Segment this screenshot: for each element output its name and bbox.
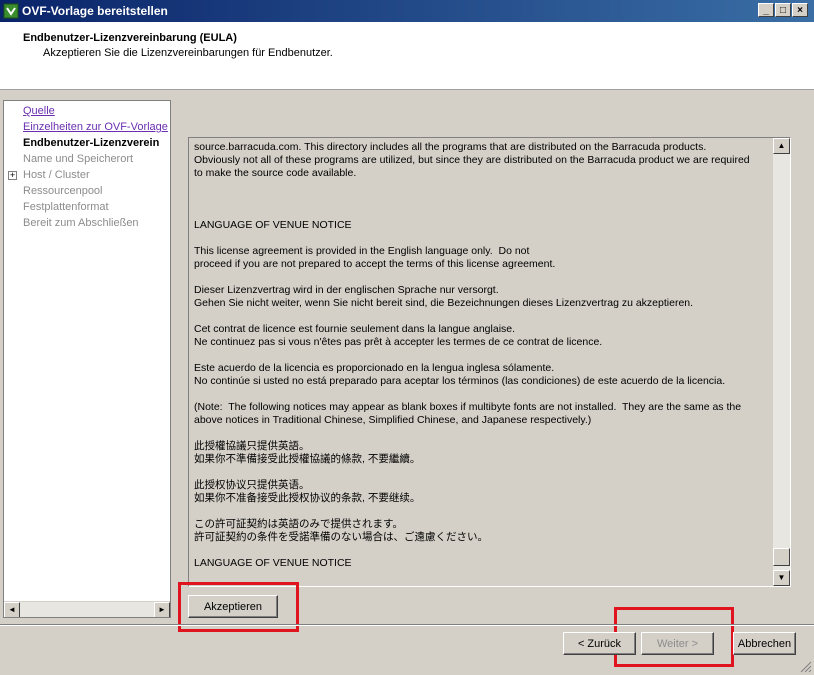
resize-grip-icon[interactable]	[800, 661, 812, 673]
eula-text: source.barracuda.com. This directory inc…	[194, 141, 750, 569]
footer-divider	[0, 624, 814, 626]
eula-text-area[interactable]: source.barracuda.com. This directory inc…	[188, 137, 791, 587]
maximize-button[interactable]: □	[775, 3, 791, 17]
back-button[interactable]: < Zurück	[563, 632, 636, 655]
nav-step-name-location: Name und Speicherort	[23, 153, 134, 165]
nav-step-ready: Bereit zum Abschließen	[23, 217, 139, 229]
nav-horizontal-scrollbar[interactable]: ◄ ►	[4, 601, 170, 617]
minimize-button[interactable]: _	[758, 3, 774, 17]
page-subtitle: Akzeptieren Sie die Lizenzvereinbarungen…	[43, 47, 333, 59]
expand-icon[interactable]: +	[8, 171, 17, 180]
wizard-header: Endbenutzer-Lizenzvereinbarung (EULA) Ak…	[0, 22, 814, 90]
nav-step-eula: Endbenutzer-Lizenzverein	[23, 137, 160, 149]
eula-vertical-scrollbar[interactable]: ▲ ▼	[773, 138, 790, 586]
nav-step-ovf-details[interactable]: Einzelheiten zur OVF-Vorlage	[23, 121, 168, 133]
cancel-button[interactable]: Abbrechen	[733, 632, 796, 655]
scroll-left-icon[interactable]: ◄	[4, 602, 20, 617]
page-title: Endbenutzer-Lizenzvereinbarung (EULA)	[23, 32, 237, 44]
wizard-steps-pane: Quelle Einzelheiten zur OVF-Vorlage Endb…	[3, 100, 171, 618]
scroll-down-icon[interactable]: ▼	[773, 570, 790, 586]
eula-content-pane: source.barracuda.com. This directory inc…	[172, 100, 810, 618]
scrollbar-thumb[interactable]	[773, 548, 790, 566]
nav-step-host-cluster: Host / Cluster	[23, 169, 90, 181]
scroll-right-icon[interactable]: ►	[154, 602, 170, 617]
nav-step-disk-format: Festplattenformat	[23, 201, 109, 213]
window-title: OVF-Vorlage bereitstellen	[22, 4, 168, 18]
nav-step-resource-pool: Ressourcenpool	[23, 185, 103, 197]
vsphere-app-icon	[3, 3, 19, 19]
nav-step-source[interactable]: Quelle	[23, 105, 55, 117]
scroll-up-icon[interactable]: ▲	[773, 138, 790, 154]
title-bar: OVF-Vorlage bereitstellen _ □ ×	[0, 0, 814, 22]
next-button[interactable]: Weiter >	[641, 632, 714, 655]
close-button[interactable]: ×	[792, 3, 808, 17]
